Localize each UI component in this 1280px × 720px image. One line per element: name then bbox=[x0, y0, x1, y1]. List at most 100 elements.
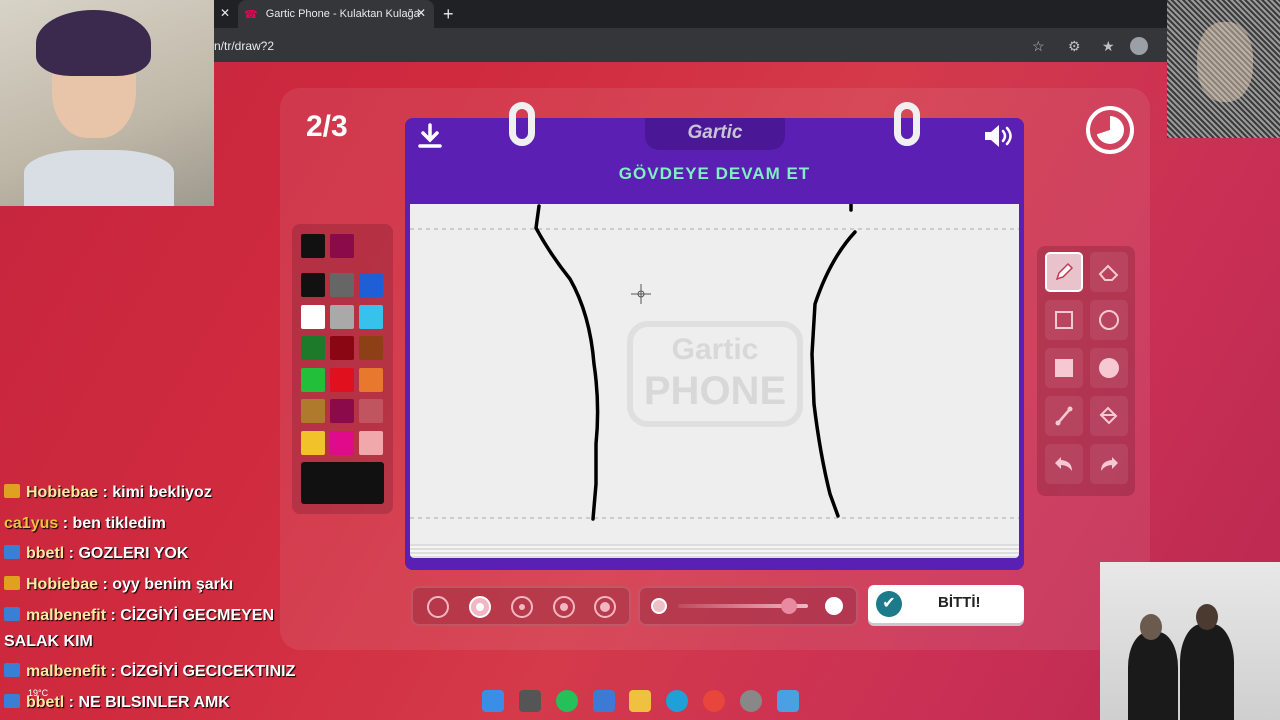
file-explorer-icon[interactable] bbox=[629, 690, 651, 712]
chat-text: : CİZGİYİ GECICEKTINIZ bbox=[106, 663, 296, 680]
webcam-guest bbox=[1167, 0, 1280, 138]
settings-icon[interactable] bbox=[740, 690, 762, 712]
color-swatch[interactable] bbox=[330, 336, 354, 360]
store-icon[interactable] bbox=[593, 690, 615, 712]
brush-size-5[interactable] bbox=[594, 596, 616, 618]
favorites-icon[interactable]: ★ bbox=[1102, 38, 1115, 55]
color-swatch[interactable] bbox=[359, 430, 383, 455]
color-swatch[interactable] bbox=[301, 367, 325, 392]
book-bottom bbox=[405, 558, 1024, 570]
redo-icon[interactable] bbox=[1090, 444, 1128, 484]
chat-text: : ben tikledim bbox=[58, 515, 166, 532]
rectangle-outline-icon[interactable] bbox=[1045, 300, 1083, 340]
pencil-icon[interactable] bbox=[1045, 252, 1083, 292]
notepad-icon[interactable] bbox=[777, 690, 799, 712]
fill-bucket-icon[interactable] bbox=[1090, 396, 1128, 436]
line-icon[interactable] bbox=[1045, 396, 1083, 436]
previous-tab-close[interactable]: ✕ bbox=[214, 0, 234, 28]
color-swatch[interactable] bbox=[330, 304, 354, 329]
opacity-max-icon bbox=[825, 597, 843, 615]
edge-icon[interactable] bbox=[666, 690, 688, 712]
new-tab-button[interactable]: + bbox=[443, 4, 454, 25]
chat-message: malbenefit : CİZGİYİ GECICEKTINIZ bbox=[4, 663, 295, 681]
chat-text: : GOZLERI YOK bbox=[64, 545, 189, 562]
current-color-preview bbox=[301, 462, 384, 504]
circle-outline-icon[interactable] bbox=[1090, 300, 1128, 340]
color-swatch[interactable] bbox=[359, 367, 383, 392]
drawing-surface: Gartic PHONE bbox=[410, 202, 1019, 521]
chat-username: ca1yus bbox=[4, 515, 59, 532]
color-swatch[interactable] bbox=[359, 336, 383, 360]
done-button[interactable]: ✔ BİTTİ! bbox=[868, 585, 1024, 623]
windows-start-icon[interactable] bbox=[482, 690, 504, 712]
chat-text: : CİZGİYİ GECMEYEN bbox=[106, 607, 275, 624]
sound-icon[interactable] bbox=[982, 122, 1014, 157]
color-swatch[interactable] bbox=[301, 336, 325, 360]
chrome-icon[interactable] bbox=[703, 690, 725, 712]
chat-badge-icon bbox=[4, 545, 20, 559]
eraser-icon[interactable] bbox=[1090, 252, 1128, 292]
crosshair-cursor-icon bbox=[631, 284, 651, 304]
opacity-handle[interactable] bbox=[780, 598, 797, 614]
chat-username: Hobiebae bbox=[26, 576, 99, 593]
color-swatch[interactable] bbox=[301, 273, 325, 297]
binder-ring-left bbox=[509, 102, 535, 146]
download-icon[interactable] bbox=[417, 122, 443, 157]
color-swatch[interactable] bbox=[359, 273, 383, 297]
drawing-canvas[interactable]: Gartic PHONE bbox=[410, 202, 1019, 544]
brush-size-3[interactable] bbox=[511, 596, 533, 618]
gartic-logo: Gartic bbox=[645, 118, 785, 150]
color-swatch[interactable] bbox=[301, 430, 325, 455]
brush-size-1[interactable] bbox=[427, 596, 449, 618]
color-swatch[interactable] bbox=[359, 399, 383, 423]
chat-text: SALAK KIM bbox=[4, 633, 93, 650]
chat-message: Hobiebae : oyy benim şarkı bbox=[4, 576, 233, 594]
chat-message: bbetl : GOZLERI YOK bbox=[4, 545, 188, 563]
undo-icon[interactable] bbox=[1045, 444, 1083, 484]
tab-title: Gartic Phone - Kulaktan Kulağa bbox=[265, 8, 420, 20]
color-swatch[interactable] bbox=[301, 304, 325, 329]
brush-size-4[interactable] bbox=[553, 596, 575, 618]
color-swatch[interactable] bbox=[301, 399, 325, 423]
url-field[interactable]: n/tr/draw?2 bbox=[214, 39, 274, 53]
gartic-favicon-icon: ☎ bbox=[244, 8, 258, 21]
extensions-icon[interactable]: ⚙ bbox=[1068, 38, 1081, 55]
profile-avatar-icon[interactable] bbox=[1130, 37, 1148, 55]
webcam-streamer bbox=[0, 0, 214, 206]
chat-username: malbenefit bbox=[26, 663, 107, 680]
color-swatch[interactable] bbox=[330, 430, 354, 455]
chat-username: Hobiebae bbox=[26, 484, 99, 501]
recent-color-swatch[interactable] bbox=[330, 234, 354, 258]
chat-message: ca1yus : ben tikledim bbox=[4, 515, 166, 533]
chat-username: malbenefit bbox=[26, 607, 107, 624]
chat-text: : kimi bekliyoz bbox=[98, 484, 212, 501]
star-icon[interactable]: ☆ bbox=[1032, 38, 1045, 55]
book-pages bbox=[410, 544, 1019, 558]
tab-gartic-phone[interactable]: ☎ Gartic Phone - Kulaktan Kulağa ✕ bbox=[238, 0, 434, 28]
rectangle-fill-icon[interactable] bbox=[1045, 348, 1083, 388]
chat-badge-icon bbox=[4, 484, 20, 498]
chat-message: malbenefit : CİZGİYİ GECMEYEN bbox=[4, 607, 274, 625]
circle-fill-icon[interactable] bbox=[1090, 348, 1128, 388]
checkmark-icon: ✔ bbox=[876, 591, 902, 617]
stroke-left bbox=[534, 204, 600, 521]
chat-badge-icon bbox=[4, 663, 20, 677]
recent-color-swatch[interactable] bbox=[301, 234, 325, 258]
chat-badge-icon bbox=[4, 607, 20, 621]
whatsapp-icon[interactable] bbox=[556, 690, 578, 712]
done-label: BİTTİ! bbox=[938, 594, 981, 611]
color-swatch[interactable] bbox=[330, 273, 354, 297]
color-swatch[interactable] bbox=[359, 304, 383, 329]
color-swatch[interactable] bbox=[330, 399, 354, 423]
timer-icon bbox=[1086, 106, 1134, 154]
color-swatch[interactable] bbox=[330, 367, 354, 392]
stroke-right bbox=[810, 202, 857, 518]
binder-ring-right bbox=[894, 102, 920, 146]
close-icon[interactable]: ✕ bbox=[416, 6, 426, 20]
brush-size-2[interactable] bbox=[469, 596, 491, 618]
weather-widget[interactable]: 19°C bbox=[28, 688, 48, 698]
watermark-gartic: Gartic bbox=[672, 333, 759, 366]
close-icon[interactable]: ✕ bbox=[220, 6, 230, 20]
chat-message: SALAK KIM bbox=[4, 633, 93, 651]
task-view-icon[interactable] bbox=[519, 690, 541, 712]
